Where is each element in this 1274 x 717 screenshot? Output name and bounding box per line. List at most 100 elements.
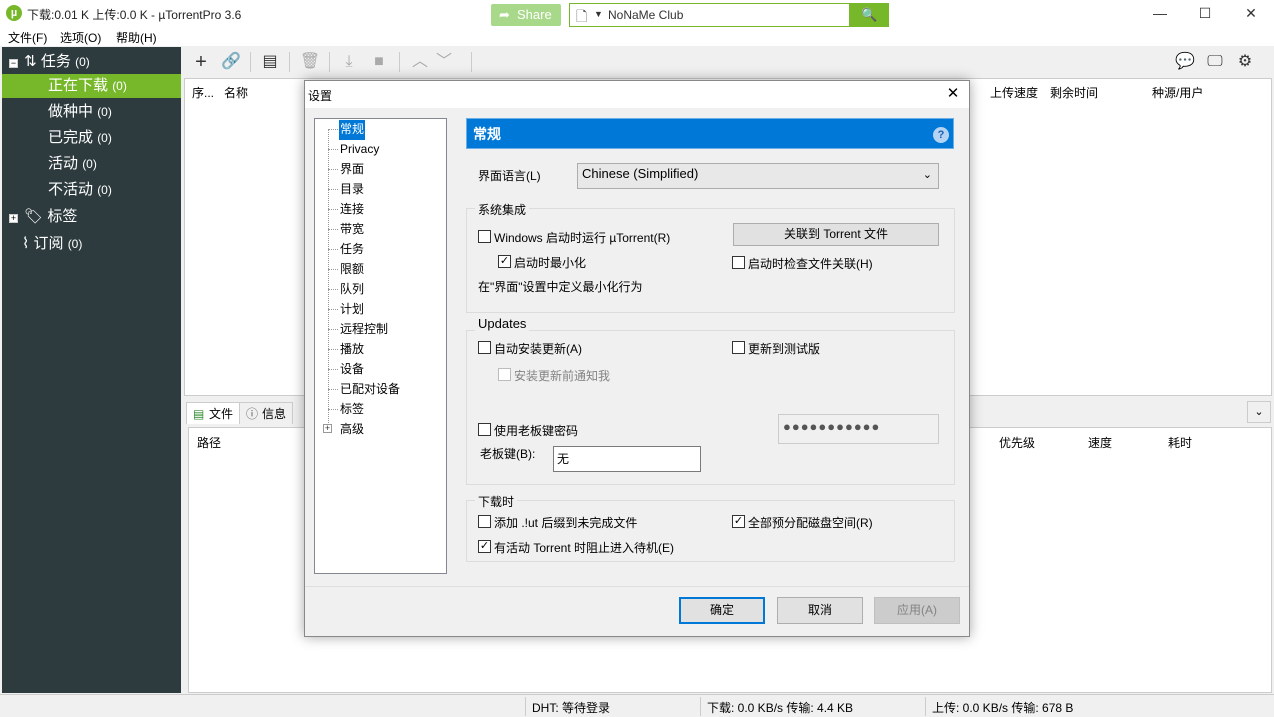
sidebar-item-active[interactable]: 活动 (0)	[2, 152, 181, 176]
column-header-name[interactable]: 名称	[224, 84, 248, 101]
checkbox-label: 全部预分配磁盘空间(R)	[748, 516, 873, 530]
start-download-icon[interactable]: ⤓	[336, 51, 362, 73]
status-upload: 上传: 0.0 KB/s 传输: 678 B	[932, 701, 1074, 715]
start-with-windows-checkbox[interactable]	[478, 230, 491, 243]
sidebar-item-count: (0)	[82, 157, 97, 171]
tree-item-bittorrent[interactable]: 任务	[339, 240, 365, 260]
settings-gear-icon[interactable]: ⚙	[1232, 51, 1258, 73]
sidebar-item-labels[interactable]: + 🏷 标签	[2, 205, 181, 229]
maximize-button[interactable]: ☐	[1182, 0, 1228, 27]
tree-item-labels[interactable]: 标签	[339, 400, 365, 420]
column-header-priority[interactable]: 优先级	[999, 434, 1035, 451]
sidebar-item-downloading[interactable]: 正在下载 (0)	[2, 74, 181, 98]
menu-help[interactable]: 帮助(H)	[116, 29, 157, 46]
search-button[interactable]: 🔍	[850, 3, 889, 27]
toolbar-separator	[399, 52, 400, 72]
preallocate-checkbox[interactable]: ✓	[732, 515, 745, 528]
apply-button[interactable]: 应用(A)	[874, 597, 960, 624]
toolbar-separator	[289, 52, 290, 72]
column-header-speed[interactable]: 速度	[1088, 434, 1112, 451]
chat-icon[interactable]: 💬	[1172, 51, 1198, 73]
column-header-upload-speed[interactable]: 上传速度	[990, 84, 1038, 101]
append-ut-checkbox[interactable]	[478, 515, 491, 528]
tree-item-directories[interactable]: 目录	[339, 180, 365, 200]
tree-item-devices[interactable]: 设备	[339, 360, 365, 380]
boss-key-password-checkbox[interactable]	[478, 423, 491, 436]
column-header-eta[interactable]: 剩余时间	[1050, 84, 1098, 101]
tree-item-playback[interactable]: 播放	[339, 340, 365, 360]
checkbox-label: 有活动 Torrent 时阻止进入待机(E)	[494, 541, 675, 555]
move-up-icon[interactable]: ︿	[407, 51, 433, 73]
group-title: 下载时	[475, 493, 518, 510]
status-separator	[525, 697, 526, 716]
column-header-seeds-peers[interactable]: 种源/用户	[1152, 84, 1203, 101]
sidebar-item-count: (0)	[97, 183, 112, 197]
minimize-button[interactable]: —	[1137, 0, 1183, 27]
ok-button[interactable]: 确定	[679, 597, 765, 624]
tree-item-connection[interactable]: 连接	[339, 200, 365, 220]
sidebar-item-label: 订阅	[33, 235, 64, 252]
tree-expand-icon[interactable]: +	[323, 424, 332, 433]
help-icon[interactable]: ?	[933, 127, 949, 143]
expand-icon[interactable]: +	[9, 214, 18, 223]
associate-torrent-button[interactable]: 关联到 Torrent 文件	[733, 223, 939, 246]
tree-item-general[interactable]: 常规	[339, 120, 366, 140]
create-torrent-icon[interactable]: ▤	[257, 51, 283, 73]
tab-info[interactable]: ⓘ 信息	[239, 402, 294, 424]
tree-item-transfer-cap[interactable]: 限额	[339, 260, 365, 280]
sidebar-item-label: 不活动	[48, 181, 94, 198]
tree-item-bandwidth[interactable]: 带宽	[339, 220, 365, 240]
boss-key-password-input[interactable]: ●●●●●●●●●●●	[778, 414, 939, 444]
remote-monitor-icon[interactable]: 🖵	[1202, 51, 1228, 73]
dialog-footer-divider	[305, 586, 969, 587]
close-button[interactable]: ✕	[1228, 0, 1274, 27]
collapse-panel-icon[interactable]: ⌄	[1247, 401, 1271, 423]
auto-install-updates-checkbox[interactable]	[478, 341, 491, 354]
tree-item-privacy[interactable]: Privacy	[339, 140, 380, 160]
add-url-link-icon[interactable]: 🔗	[218, 51, 244, 73]
column-header-number[interactable]: 序...	[192, 84, 214, 101]
tree-item-remote[interactable]: 远程控制	[339, 320, 389, 340]
tree-item-ui[interactable]: 界面	[339, 160, 365, 180]
boss-key-label: 老板键(B):	[480, 447, 536, 461]
sidebar-item-seeding[interactable]: 做种中 (0)	[2, 100, 181, 124]
sidebar-item-label: 已完成	[48, 129, 94, 146]
sidebar-item-torrents[interactable]: − ⇅ 任务 (0)	[2, 50, 181, 74]
search-provider-dropdown-icon[interactable]: ▼	[594, 9, 603, 19]
add-torrent-icon[interactable]: +	[188, 51, 214, 73]
start-minimized-checkbox[interactable]: ✓	[498, 255, 511, 268]
dialog-close-button[interactable]: ✕	[941, 83, 965, 105]
tab-label: 信息	[262, 407, 287, 421]
column-header-time[interactable]: 耗时	[1168, 434, 1192, 451]
tree-item-paired-devices[interactable]: 已配对设备	[339, 380, 401, 400]
checkbox-label: Windows 启动时运行 µTorrent(R)	[494, 231, 671, 245]
sidebar-item-feeds[interactable]: ⌇ 订阅 (0)	[2, 232, 181, 256]
tab-files[interactable]: ▤ 文件	[186, 402, 241, 424]
notify-before-install-checkbox[interactable]	[498, 368, 511, 381]
cancel-button[interactable]: 取消	[777, 597, 863, 624]
check-association-checkbox[interactable]	[732, 256, 745, 269]
search-input[interactable]: 🗋 ▼ NoNaMe Club	[569, 3, 850, 27]
prevent-standby-checkbox[interactable]: ✓	[478, 540, 491, 553]
move-down-icon[interactable]: ﹀	[431, 51, 457, 73]
collapse-icon[interactable]: −	[9, 59, 18, 68]
stop-icon[interactable]: ■	[366, 51, 392, 73]
tree-item-queueing[interactable]: 队列	[339, 280, 365, 300]
update-to-beta-checkbox[interactable]	[732, 341, 745, 354]
tree-item-advanced[interactable]: 高级	[339, 420, 365, 440]
sidebar-item-count: (0)	[67, 237, 83, 251]
tag-icon: 🏷	[24, 208, 44, 225]
sidebar-item-inactive[interactable]: 不活动 (0)	[2, 178, 181, 202]
boss-key-input[interactable]: 无	[553, 446, 701, 472]
delete-trash-icon[interactable]: 🗑	[297, 51, 323, 73]
language-select[interactable]: Chinese (Simplified) ⌄	[577, 163, 939, 189]
sidebar: − ⇅ 任务 (0) 正在下载 (0) 做种中 (0) 已完成 (0) 活动 (…	[2, 47, 181, 693]
document-icon: 🗋	[576, 8, 588, 24]
column-header-path[interactable]: 路径	[197, 434, 221, 451]
sidebar-item-completed[interactable]: 已完成 (0)	[2, 126, 181, 150]
menu-options[interactable]: 选项(O)	[60, 29, 101, 46]
share-button[interactable]: ➦ Share	[491, 4, 561, 26]
tree-item-scheduler[interactable]: 计划	[339, 300, 365, 320]
sidebar-item-label: 活动	[48, 155, 79, 172]
menu-file[interactable]: 文件(F)	[8, 29, 47, 46]
